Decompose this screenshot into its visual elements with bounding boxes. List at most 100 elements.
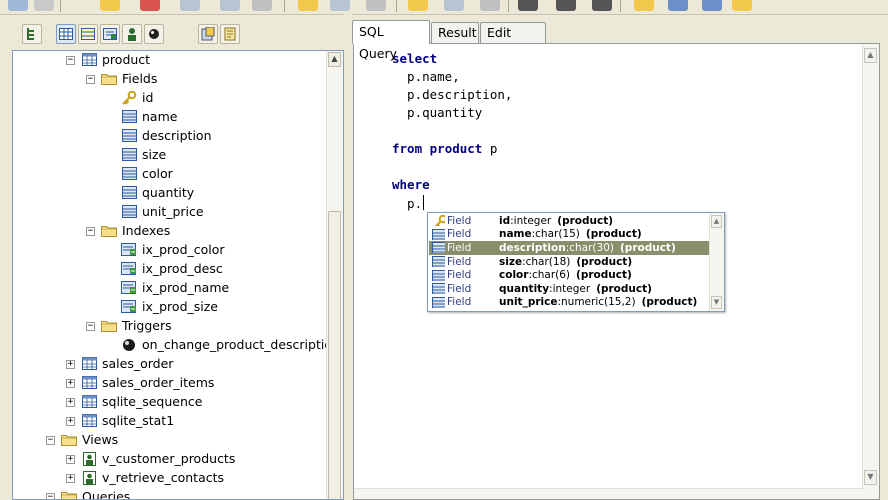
tree-expander[interactable]: − [66,56,75,65]
completion-scroll-down-button[interactable]: ▼ [711,296,722,309]
tab-result[interactable]: Result [431,22,479,43]
tree-item[interactable]: ix_prod_color [121,240,225,259]
tree-expander[interactable]: + [66,474,75,483]
code-completion-popup[interactable]: Field id:integer (product) Field name:char(1… [427,212,725,312]
completion-item[interactable]: Field quantity:integer (product) [429,282,710,296]
help-icon[interactable] [732,0,752,11]
new-connection-icon[interactable] [8,0,28,11]
field-icon [431,256,445,268]
scroll-thumb[interactable] [328,211,341,499]
key-icon [431,215,445,227]
tree-item[interactable]: unit_price [121,202,204,221]
browser-toolbar [12,20,344,48]
tree-expander[interactable]: − [86,75,95,84]
editor-scroll-up-button[interactable]: ▲ [864,48,877,63]
completion-item[interactable]: Field size:char(18) (product) [429,255,710,269]
tree-item[interactable]: Indexes [101,221,170,240]
view-delete-icon[interactable] [480,0,500,11]
database-icon[interactable] [180,0,200,11]
tree-item[interactable]: color [121,164,173,183]
view-new-icon[interactable] [408,0,428,11]
tree-expander[interactable]: + [66,417,75,426]
tree-expander[interactable]: − [86,322,95,331]
pane-splitter[interactable] [344,14,352,500]
tree-item-label: ix_prod_desc [142,261,223,276]
scroll-up-button[interactable]: ▲ [328,52,341,67]
tree-item[interactable]: ix_prod_name [121,278,229,297]
tree-item[interactable]: name [121,107,177,126]
connect-icon[interactable] [100,0,120,11]
completion-scrollbar[interactable]: ▲ ▼ [709,213,724,311]
table-new-icon[interactable] [298,0,318,11]
settings-icon[interactable] [702,0,722,11]
sql-filter-button[interactable] [198,24,218,44]
tree-view-icon [27,28,34,40]
tree-item[interactable]: ix_prod_desc [121,259,223,278]
tree-item[interactable]: v_retrieve_contacts [81,468,224,487]
editor-vertical-scrollbar[interactable]: ▲ ▼ [862,44,879,499]
editor-scroll-down-button[interactable]: ▼ [864,470,877,485]
tree-item[interactable]: Queries [61,487,130,499]
indexes-filter-button[interactable] [100,24,120,44]
users-filter-button[interactable] [122,24,142,44]
trigger-new-icon[interactable] [518,0,538,11]
database-edit-icon[interactable] [220,0,240,11]
tree-expander[interactable]: + [66,360,75,369]
tree-expander[interactable]: + [66,398,75,407]
views-filter-button[interactable] [78,24,98,44]
tree-item-label: Indexes [122,223,171,238]
field-icon [121,147,137,163]
completion-item[interactable]: Field id:integer (product) [429,214,710,228]
completion-item[interactable]: Field color:char(6) (product) [429,268,710,282]
tree-item-label: Triggers [122,318,172,333]
trigger-edit-icon[interactable] [556,0,576,11]
view-edit-icon[interactable] [444,0,464,11]
completion-item[interactable]: Field description:char(30) (product) [429,241,710,255]
tree-item[interactable]: ix_prod_size [121,297,218,316]
tree-item[interactable]: product [81,51,150,69]
save-icon[interactable] [668,0,688,11]
tree-item[interactable]: Triggers [101,316,172,335]
tab-sql-query[interactable]: SQL Query [352,20,430,61]
tree-item[interactable]: Views [61,430,118,449]
tree-item-label: color [142,166,173,181]
disconnect-icon[interactable] [140,0,160,11]
tree-view-button[interactable] [22,24,42,44]
query-new-icon[interactable] [634,0,654,11]
tree-expander[interactable]: − [46,493,55,499]
database-delete-icon[interactable] [252,0,272,11]
completion-kind: Field [447,214,472,227]
index-icon [121,280,137,296]
tree-item[interactable]: sales_order [81,354,173,373]
completion-item[interactable]: Field unit_price:numeric(15,2) (product) [429,296,710,310]
tree-item[interactable]: size [121,145,166,164]
field-icon [121,204,137,220]
tab-edit-data[interactable]: Edit Data [480,22,546,60]
tree-item[interactable]: sqlite_stat1 [81,411,174,430]
tree-item[interactable]: description [121,126,212,145]
tree-expander[interactable]: + [66,455,75,464]
completion-item[interactable]: Field name:char(15) (product) [429,228,710,242]
open-icon[interactable] [34,0,54,11]
tree-item[interactable]: sqlite_sequence [81,392,202,411]
tree-expander[interactable]: − [46,436,55,445]
tables-filter-button[interactable] [56,24,76,44]
editor-horizontal-scrollbar[interactable] [354,488,864,499]
tree-scrollbar[interactable]: ▲ [326,51,343,499]
tree-item[interactable]: sales_order_items [81,373,214,392]
triggers-filter-button[interactable] [144,24,164,44]
script-filter-button[interactable] [220,24,240,44]
tree-item[interactable]: v_customer_products [81,449,235,468]
tree-expander[interactable]: − [86,227,95,236]
folder-icon [101,223,117,239]
tree-item[interactable]: Fields [101,69,157,88]
object-tree[interactable]: − product − Fields id name description size colo… [12,50,344,500]
tree-item[interactable]: quantity [121,183,194,202]
trigger-delete-icon[interactable] [592,0,612,11]
table-delete-icon[interactable] [366,0,386,11]
tree-item[interactable]: on_change_product_description [121,335,340,354]
completion-scroll-up-button[interactable]: ▲ [711,215,722,228]
table-edit-icon[interactable] [330,0,350,11]
tree-expander[interactable]: + [66,379,75,388]
tree-item[interactable]: id [121,88,153,107]
